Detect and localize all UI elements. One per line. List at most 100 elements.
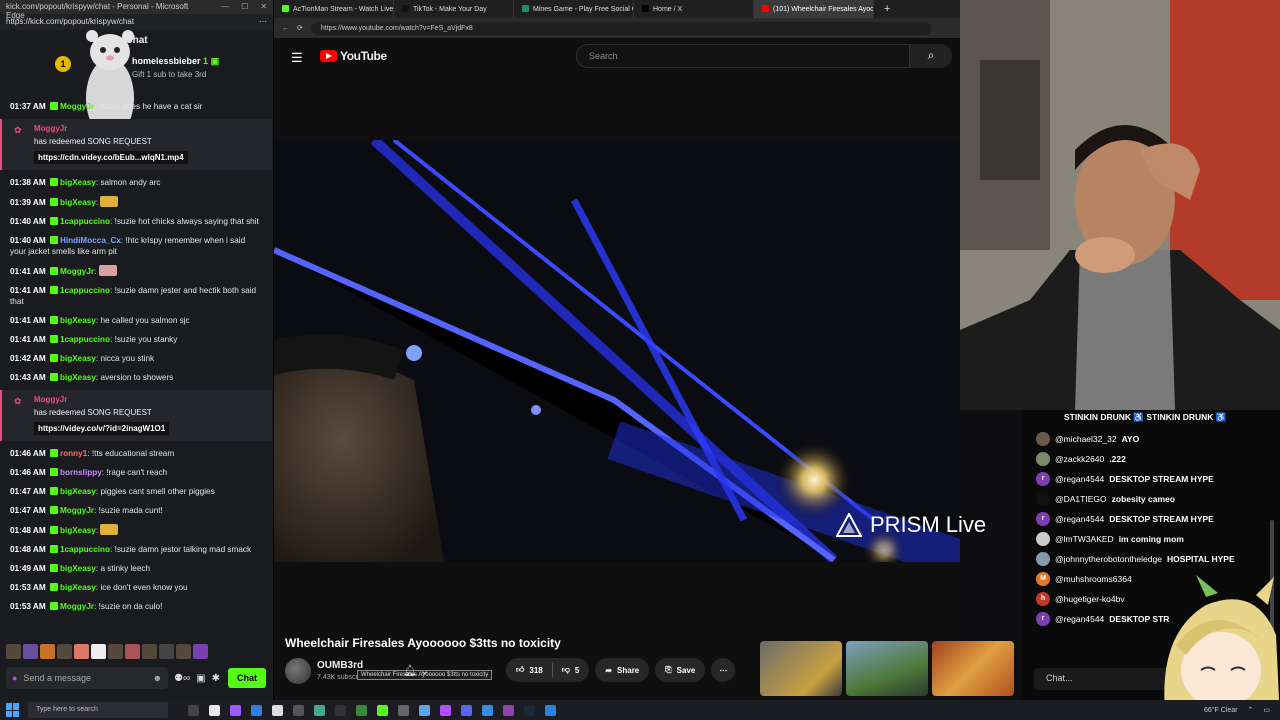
task-view-icon[interactable] xyxy=(188,704,199,716)
youtube-logo-text: YouTube xyxy=(340,49,387,63)
app-icon[interactable] xyxy=(503,704,514,716)
notification-icon[interactable]: ▭ xyxy=(1263,706,1270,714)
settings-icon[interactable]: ✱ xyxy=(212,673,220,684)
emote-bar[interactable] xyxy=(6,644,208,659)
steam-icon[interactable] xyxy=(524,704,535,716)
maximize-icon[interactable]: ☐ xyxy=(241,2,248,11)
app-icon[interactable] xyxy=(440,704,451,716)
chat-username[interactable]: 1cappuccino xyxy=(60,335,110,344)
chat-username[interactable]: bigXeasy xyxy=(60,487,96,496)
chat-username[interactable]: bigXeasy xyxy=(60,354,96,363)
redeem-text: has redeemed SONG REQUEST xyxy=(34,137,152,146)
related-thumbnail[interactable] xyxy=(846,641,928,696)
chat-username[interactable]: MoggyJr xyxy=(60,506,94,515)
chat-username[interactable]: 1cappuccino xyxy=(60,286,110,295)
more-actions-button[interactable]: ⋯ xyxy=(711,658,736,682)
save-button[interactable]: ⎘ Save xyxy=(655,658,706,682)
chat-username[interactable]: bigXeasy xyxy=(60,178,96,187)
overlay-text: DESKTOP STREAM HYPE xyxy=(1109,474,1214,484)
dislike-icon[interactable]: 👎︎ xyxy=(562,665,570,675)
chat-username[interactable]: bigXeasy xyxy=(60,316,96,325)
chat-username[interactable]: 1cappuccino xyxy=(60,217,110,226)
taskbar-search[interactable]: Type here to search xyxy=(28,702,168,718)
youtube-logo[interactable]: YouTube xyxy=(320,49,387,63)
like-icon[interactable]: 👍︎ xyxy=(516,665,524,675)
bell-icon[interactable]: 🔔︎ ⌄ xyxy=(403,664,429,677)
chat-username[interactable]: 1cappuccino xyxy=(60,545,110,554)
gift-icon[interactable]: ▣ xyxy=(196,673,205,684)
app-icon[interactable] xyxy=(209,704,220,716)
app-icon[interactable] xyxy=(314,704,325,716)
back-icon[interactable]: ← xyxy=(282,25,289,32)
close-icon[interactable]: ✕ xyxy=(260,2,267,11)
chat-username[interactable]: ronny1 xyxy=(60,449,87,458)
tab-favicon-icon xyxy=(762,5,769,12)
chat-username[interactable]: bigXeasy xyxy=(60,526,96,535)
reload-icon[interactable]: ⟳ xyxy=(297,24,303,32)
discord-icon[interactable] xyxy=(461,704,472,716)
app-icon[interactable] xyxy=(272,704,283,716)
song-request-link[interactable]: https://videy.co/v/?id=2inagW1O1 xyxy=(34,422,170,435)
tray-chevron-icon[interactable]: ⌃ xyxy=(1248,706,1254,714)
sub-badge-icon xyxy=(49,506,58,514)
app-icon[interactable] xyxy=(356,704,367,716)
app-icon[interactable] xyxy=(293,704,304,716)
address-bar[interactable]: https://www.youtube.com/watch?v=FeS_aVjd… xyxy=(310,21,931,35)
chat-message-list[interactable]: 01:37 AM MoggyJr: :suzie does he have a … xyxy=(0,97,272,616)
browser-tab[interactable]: Mines Game - Play Free Social Ca xyxy=(514,0,634,18)
chat-username[interactable]: bigXeasy xyxy=(60,583,96,592)
browser-tab[interactable]: (101) Wheelchair Firesales Ayooo xyxy=(754,0,874,18)
app-icon[interactable] xyxy=(335,704,346,716)
chat-username[interactable]: MoggyJr xyxy=(60,102,94,111)
chat-username[interactable]: bornslippy xyxy=(60,468,102,477)
overlay-chat-row: @zackk2640 .222 xyxy=(1036,452,1126,466)
chat-username[interactable]: bigXeasy xyxy=(60,564,96,573)
search-input[interactable]: Search xyxy=(576,44,910,68)
browser-tab[interactable]: TikTok - Make Your Day xyxy=(394,0,514,18)
chat-username[interactable]: bigXeasy xyxy=(60,373,96,382)
tab-label: TikTok - Make Your Day xyxy=(413,6,487,13)
browser-tab[interactable]: Home / X xyxy=(634,0,754,18)
menu-icon[interactable]: ☰ xyxy=(291,50,303,66)
search-icon[interactable]: ⌕ xyxy=(910,44,952,68)
chat-username[interactable]: MoggyJr xyxy=(34,395,264,404)
chat-username[interactable]: MoggyJr xyxy=(60,602,94,611)
related-thumbnail[interactable] xyxy=(932,641,1014,696)
chat-username[interactable]: HindiMocca_Cx xyxy=(60,236,121,245)
tab-label: Mines Game - Play Free Social Ca xyxy=(533,6,634,13)
channel-avatar[interactable] xyxy=(285,658,311,684)
song-request-link[interactable]: https://cdn.videy.co/bEub...wlqN1.mp4 xyxy=(34,151,188,164)
weather-label[interactable]: 66°F Clear xyxy=(1204,707,1238,714)
mic-icon[interactable]: ● xyxy=(12,673,17,683)
like-count[interactable]: 318 xyxy=(529,666,542,675)
chat-message: 01:43 AM bigXeasy: aversion to showers xyxy=(10,373,174,382)
minimize-icon[interactable]: — xyxy=(221,2,229,11)
windows-start-icon[interactable] xyxy=(6,703,20,717)
more-icon[interactable]: ⋯ xyxy=(259,17,267,27)
browser-tab[interactable]: AcTionMan Stream - Watch Live o xyxy=(274,0,394,18)
chat-username[interactable]: MoggyJr xyxy=(60,267,94,276)
chat-text: !suzie hot chicks always saying that shi… xyxy=(114,217,259,226)
related-thumbnail[interactable] xyxy=(760,641,842,696)
message-input[interactable]: ● Send a message ☻ xyxy=(6,667,169,689)
emoji-icon[interactable]: ☻ xyxy=(153,673,162,683)
top-gifter-name[interactable]: homelessbieber xyxy=(132,56,201,66)
share-button[interactable]: ➦ Share xyxy=(595,658,650,682)
app-icon[interactable] xyxy=(482,704,493,716)
tab-label: Home / X xyxy=(653,6,683,13)
kick-app-icon[interactable] xyxy=(377,704,388,716)
app-icon[interactable] xyxy=(398,704,409,716)
edge-icon[interactable] xyxy=(251,704,262,716)
points-icon[interactable]: ⚉∞ xyxy=(174,673,190,684)
app-icon[interactable] xyxy=(419,704,430,716)
video-player[interactable] xyxy=(274,140,960,562)
app-icon[interactable] xyxy=(230,704,241,716)
chat-username[interactable]: bigXeasy xyxy=(60,198,96,207)
chat-message: 01:53 AM MoggyJr: !suzie on da culo! xyxy=(10,602,163,611)
edge-icon[interactable] xyxy=(545,704,556,716)
chat-username[interactable]: MoggyJr xyxy=(34,124,264,133)
kick-window-title: kick.com/popout/krispyw/chat - Personal … xyxy=(6,2,189,20)
chat-message: 01:48 AM 1cappuccino: !suzie damn jestor… xyxy=(10,545,252,554)
new-tab-icon[interactable]: + xyxy=(874,3,900,15)
chat-send-button[interactable]: Chat xyxy=(228,668,266,688)
